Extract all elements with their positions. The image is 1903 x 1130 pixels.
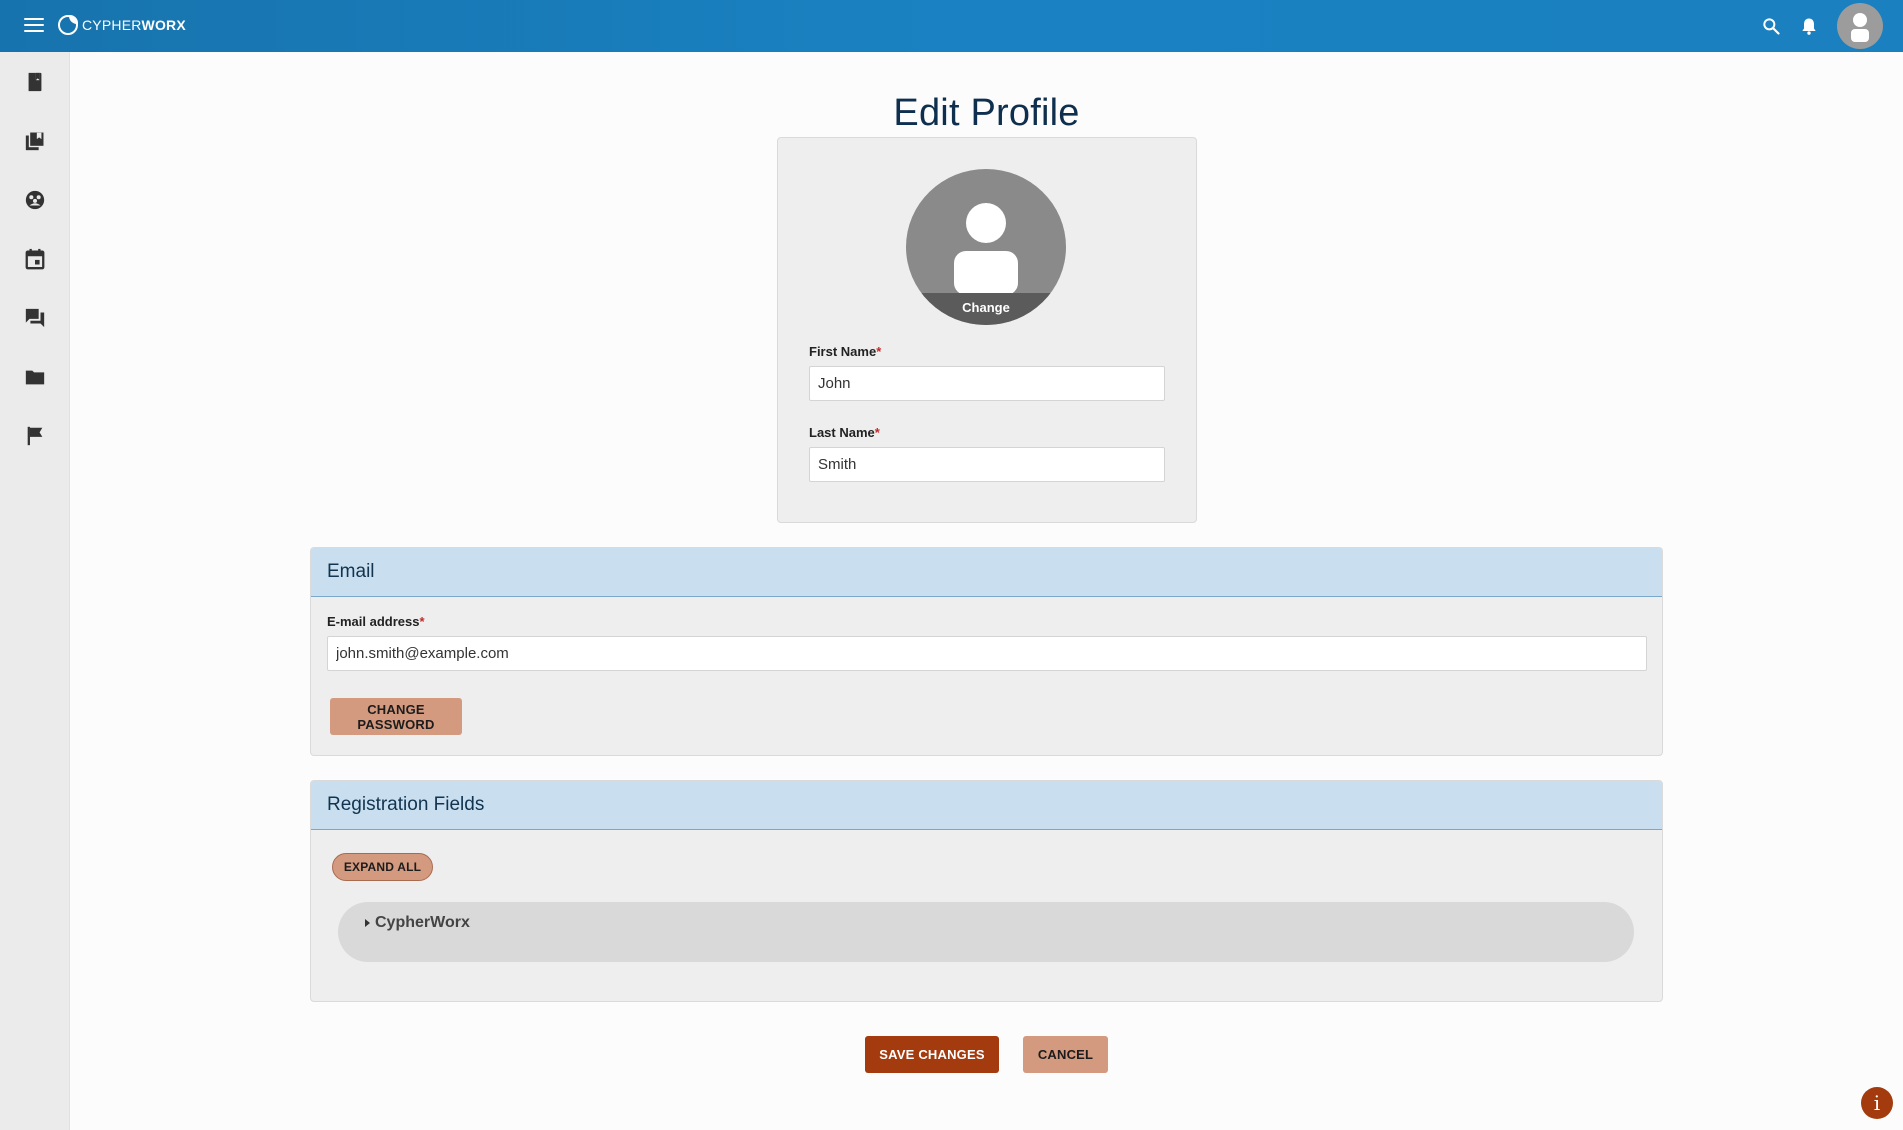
top-bar: CYPHERWORX	[0, 0, 1903, 52]
avatar-body-icon	[954, 251, 1018, 295]
brand-name: CYPHERWORX	[82, 17, 186, 33]
save-changes-button[interactable]: SAVE CHANGES	[865, 1036, 999, 1073]
registration-group-label: CypherWorx	[375, 914, 470, 931]
avatar-head-icon	[966, 203, 1006, 243]
book-icon[interactable]	[21, 68, 49, 96]
menu-icon[interactable]	[22, 14, 46, 34]
page-title: Edit Profile	[893, 92, 1080, 134]
sidebar	[0, 52, 70, 1130]
info-icon[interactable]: i	[1861, 1087, 1893, 1119]
top-actions	[1745, 0, 1883, 52]
folder-icon[interactable]	[21, 363, 49, 391]
flag-icon[interactable]	[21, 422, 49, 450]
brand-logo[interactable]: CYPHERWORX	[58, 15, 186, 35]
required-mark: *	[876, 344, 882, 359]
calendar-icon[interactable]	[21, 245, 49, 273]
registration-section-header: Registration Fields	[311, 781, 1662, 830]
email-section-header: Email	[311, 548, 1662, 597]
email-section: Email E-mail address* CHANGE PASSWORD	[310, 547, 1663, 756]
search-icon[interactable]	[1759, 14, 1783, 38]
required-mark: *	[419, 614, 425, 629]
profile-card: Change First Name* Last Name*	[777, 137, 1197, 523]
cancel-button[interactable]: CANCEL	[1023, 1036, 1108, 1073]
first-name-input[interactable]	[809, 366, 1165, 401]
registration-group-cypherworx[interactable]: CypherWorx	[338, 902, 1634, 962]
library-icon[interactable]	[21, 127, 49, 155]
last-name-input[interactable]	[809, 447, 1165, 482]
profile-avatar[interactable]: Change	[906, 169, 1066, 325]
registration-section: Registration Fields EXPAND ALL CypherWor…	[310, 780, 1663, 1002]
email-input[interactable]	[327, 636, 1647, 671]
change-avatar-button[interactable]: Change	[906, 293, 1066, 325]
change-password-button[interactable]: CHANGE PASSWORD	[330, 698, 462, 735]
last-name-label: Last Name*	[809, 425, 880, 440]
email-label: E-mail address*	[327, 614, 425, 629]
chat-icon[interactable]	[21, 304, 49, 332]
bell-icon[interactable]	[1797, 14, 1821, 38]
expand-all-button[interactable]: EXPAND ALL	[332, 853, 433, 881]
caret-right-icon	[365, 919, 370, 927]
community-icon[interactable]	[21, 186, 49, 214]
avatar-icon[interactable]	[1837, 3, 1883, 49]
logo-mark-icon	[58, 15, 78, 35]
first-name-label: First Name*	[809, 344, 882, 359]
required-mark: *	[874, 425, 880, 440]
